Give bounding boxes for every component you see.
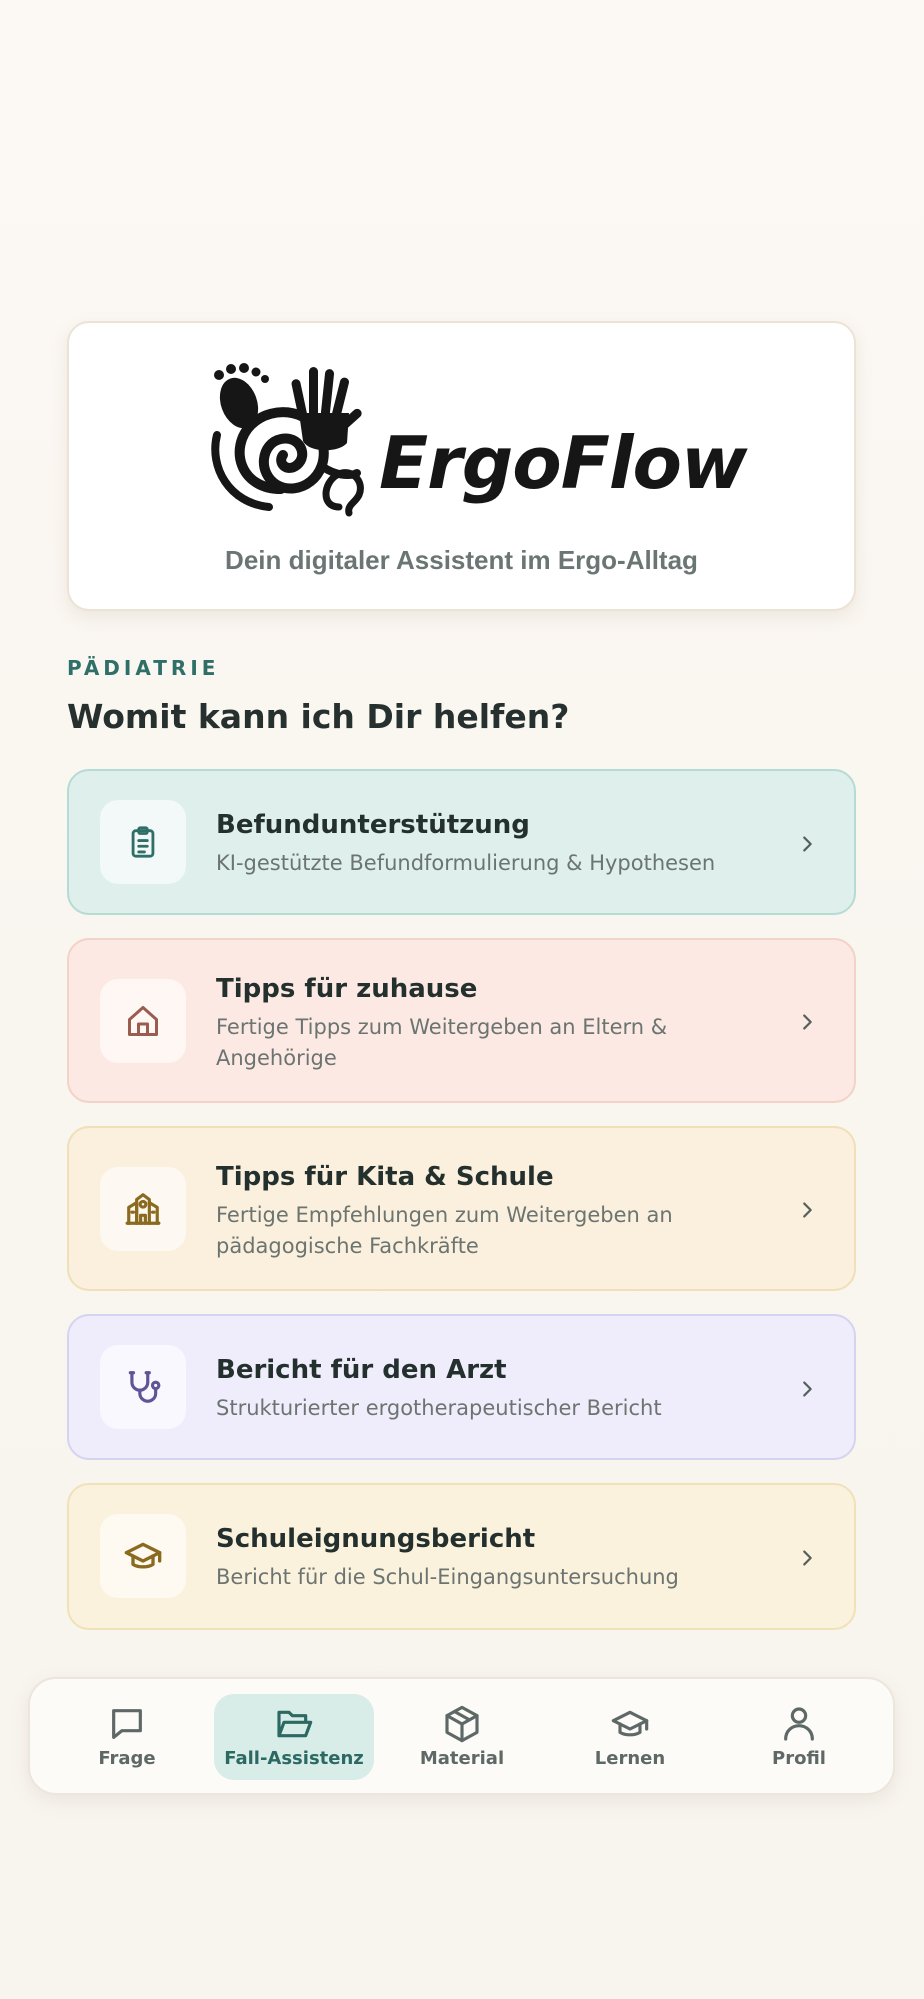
card-title: Bericht für den Arzt xyxy=(216,1355,507,1385)
nav-item-profil[interactable]: Profil xyxy=(719,1694,879,1780)
card-description: Strukturierter ergotherapeutischer Beric… xyxy=(216,1396,662,1420)
home-icon xyxy=(128,1006,158,1036)
chevron-right-icon xyxy=(803,1014,812,1030)
school-icon xyxy=(125,1193,161,1225)
chevron-right-icon xyxy=(803,1550,812,1566)
card-description: KI-gestützte Befundformulierung & Hypoth… xyxy=(216,851,716,875)
bottom-navigation: Frage Fall-Assistenz Material Lernen Pro… xyxy=(28,1677,895,1795)
card-title: Befundunterstützung xyxy=(216,810,530,840)
ergoflow-logo-icon xyxy=(211,363,364,517)
chevron-right-icon xyxy=(803,836,812,852)
nav-item-material[interactable]: Material xyxy=(382,1694,542,1780)
section-kicker: PÄDIATRIE xyxy=(67,656,220,680)
box-icon xyxy=(445,1705,479,1743)
clipboard-icon xyxy=(131,826,155,858)
chevron-right-icon xyxy=(803,1202,812,1218)
nav-item-frage[interactable]: Frage xyxy=(47,1694,207,1780)
card-icon-box xyxy=(100,1167,186,1251)
card-description: Fertige Tipps zum Weitergeben an Eltern … xyxy=(216,1015,668,1070)
stethoscope-icon xyxy=(128,1371,161,1403)
card-befundunterstuetzung[interactable]: Befundunterstützung KI-gestützte Befundf… xyxy=(67,769,856,915)
card-icon-box xyxy=(100,1514,186,1598)
user-icon xyxy=(784,1707,814,1741)
card-icon-box xyxy=(100,1345,186,1429)
logo-tagline: Dein digitaler Assistent im Ergo-Alltag xyxy=(225,545,698,575)
chevron-right-icon xyxy=(803,1381,812,1397)
card-tipps-kita-schule[interactable]: Tipps für Kita & Schule Fertige Empfehlu… xyxy=(67,1126,856,1291)
card-tipps-zuhause[interactable]: Tipps für zuhause Fertige Tipps zum Weit… xyxy=(67,938,856,1103)
nav-label: Lernen xyxy=(594,1748,666,1769)
card-schuleignungsbericht[interactable]: Schuleignungsbericht Bericht für die Sch… xyxy=(67,1483,856,1630)
nav-label: Fall-Assistenz xyxy=(224,1748,364,1769)
card-icon-box xyxy=(100,979,186,1063)
card-title: Tipps für zuhause xyxy=(216,974,478,1004)
nav-label: Frage xyxy=(98,1748,156,1769)
card-icon-box xyxy=(100,800,186,884)
nav-label: Profil xyxy=(772,1748,826,1769)
chat-icon xyxy=(112,1709,142,1739)
nav-item-lernen[interactable]: Lernen xyxy=(550,1694,710,1780)
card-description: Bericht für die Schul-Eingangsuntersuchu… xyxy=(216,1565,679,1589)
card-title: Schuleignungsbericht xyxy=(216,1524,536,1554)
folder-open-icon xyxy=(277,1710,313,1738)
card-title: Tipps für Kita & Schule xyxy=(216,1162,554,1192)
graduation-cap-icon xyxy=(611,1710,649,1737)
section-title: Womit kann ich Dir helfen? xyxy=(67,697,570,736)
card-bericht-arzt[interactable]: Bericht für den Arzt Strukturierter ergo… xyxy=(67,1314,856,1460)
logo-card: ErgoFlow Dein digitaler Assistent im Erg… xyxy=(67,321,856,611)
graduation-cap-icon xyxy=(124,1542,162,1569)
card-description: Fertige Empfehlungen zum Weitergeben an … xyxy=(216,1203,673,1258)
nav-label: Material xyxy=(419,1748,505,1769)
nav-item-fall-assistenz[interactable]: Fall-Assistenz xyxy=(214,1694,374,1780)
logo-wordmark: ErgoFlow xyxy=(379,421,748,505)
